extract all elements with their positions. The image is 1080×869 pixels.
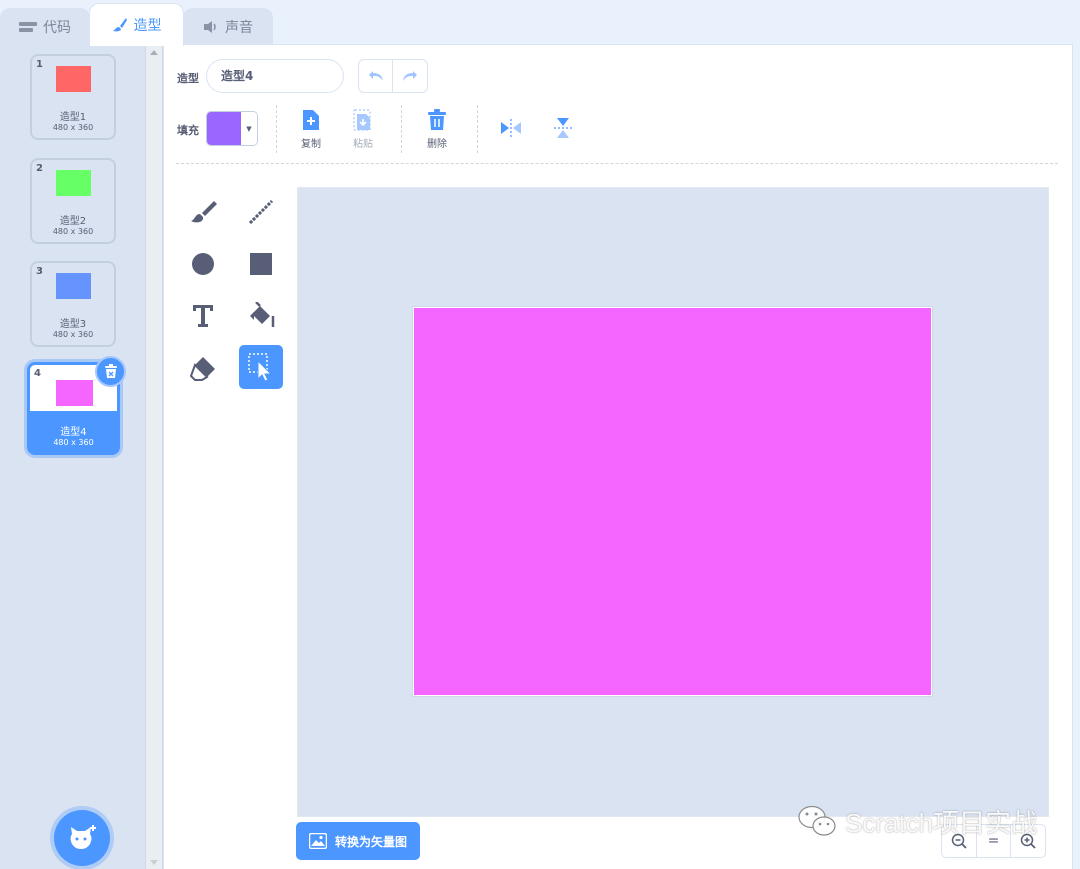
fill-color-picker[interactable]: ▼ bbox=[206, 111, 258, 146]
costume-number: 3 bbox=[36, 266, 43, 277]
rectangle-icon bbox=[250, 253, 272, 275]
costume-size: 480 x 360 bbox=[52, 330, 94, 339]
watermark-text: Scratch项目实战 bbox=[845, 807, 1038, 838]
costume-name-input[interactable]: 造型4 bbox=[206, 59, 344, 93]
fill-tool[interactable] bbox=[239, 294, 283, 338]
costume-name: 造型4 bbox=[60, 427, 87, 438]
costume-number: 2 bbox=[36, 163, 43, 174]
costume-name: 造型3 bbox=[59, 319, 87, 330]
scroll-up-icon[interactable] bbox=[150, 50, 158, 55]
trash-icon bbox=[428, 109, 446, 130]
scroll-down-icon[interactable] bbox=[150, 860, 158, 865]
copy-label: 复制 bbox=[301, 139, 321, 150]
costume-thumbnail bbox=[56, 170, 91, 196]
undo-icon bbox=[368, 71, 383, 81]
undo-button[interactable] bbox=[359, 60, 393, 92]
rectangle-tool[interactable] bbox=[239, 242, 283, 286]
speaker-icon bbox=[204, 21, 216, 33]
flip-vertical-button[interactable] bbox=[543, 116, 583, 140]
toolbar-divider bbox=[477, 105, 478, 153]
tab-costumes[interactable]: 造型 bbox=[89, 3, 184, 46]
flip-horizontal-button[interactable] bbox=[491, 118, 531, 138]
text-tool[interactable] bbox=[181, 294, 225, 338]
brush-icon bbox=[191, 201, 217, 223]
line-tool[interactable] bbox=[239, 190, 283, 234]
costume-thumbnail bbox=[56, 66, 91, 92]
undo-redo-group bbox=[358, 59, 428, 93]
costume-size: 480 x 360 bbox=[53, 438, 94, 447]
tab-bar: 代码 造型 声音 bbox=[0, 0, 1080, 46]
circle-icon bbox=[192, 253, 214, 275]
dropdown-arrow-icon: ▼ bbox=[241, 112, 257, 145]
costume-tile-3[interactable]: 3 造型3 480 x 360 bbox=[30, 261, 116, 347]
copy-button[interactable]: 复制 bbox=[291, 109, 331, 150]
watermark: Scratch项目实战 bbox=[797, 801, 1037, 841]
costume-number: 1 bbox=[36, 59, 43, 70]
costume-tile-2[interactable]: 2 造型2 480 x 360 bbox=[30, 158, 116, 244]
costume-list-scrollbar[interactable] bbox=[146, 44, 163, 869]
toolbar-divider bbox=[401, 105, 402, 153]
image-icon bbox=[308, 833, 327, 849]
add-costume-button[interactable] bbox=[54, 810, 110, 866]
costume-thumbnail bbox=[56, 380, 93, 406]
redo-button[interactable] bbox=[393, 60, 427, 92]
paintbrush-icon bbox=[112, 18, 127, 32]
costume-number: 4 bbox=[34, 368, 41, 379]
copy-icon bbox=[303, 110, 319, 130]
toolbar-divider bbox=[276, 105, 277, 153]
costume-name: 造型1 bbox=[59, 112, 87, 123]
tab-sounds-label: 声音 bbox=[225, 20, 253, 36]
flip-vertical-icon bbox=[554, 118, 572, 138]
eraser-tool[interactable] bbox=[181, 346, 225, 390]
circle-tool[interactable] bbox=[181, 242, 225, 286]
toolbar-divider bbox=[176, 163, 1058, 164]
fill-label: 填充 bbox=[177, 124, 199, 137]
costume-size: 480 x 360 bbox=[52, 227, 94, 236]
eraser-icon bbox=[189, 357, 215, 381]
costume-name-label: 造型 bbox=[177, 72, 199, 85]
convert-to-vector-button[interactable]: 转换为矢量图 bbox=[296, 822, 420, 860]
redo-icon bbox=[403, 71, 417, 81]
tab-code[interactable]: 代码 bbox=[0, 8, 90, 45]
cat-add-icon bbox=[70, 825, 96, 849]
delete-label: 删除 bbox=[427, 139, 447, 150]
paste-label: 粘贴 bbox=[353, 139, 373, 150]
wechat-icon bbox=[798, 805, 836, 836]
bitmap-costume-image[interactable] bbox=[413, 307, 932, 696]
costume-thumbnail bbox=[56, 273, 91, 299]
code-icon bbox=[19, 22, 37, 32]
select-icon bbox=[248, 353, 273, 381]
flip-horizontal-icon bbox=[501, 119, 521, 137]
delete-button[interactable]: 删除 bbox=[417, 109, 457, 150]
trash-icon bbox=[104, 364, 117, 378]
text-icon bbox=[193, 305, 213, 327]
costume-size: 480 x 360 bbox=[52, 123, 94, 132]
convert-to-vector-label: 转换为矢量图 bbox=[334, 834, 407, 849]
brush-tool[interactable] bbox=[181, 190, 225, 234]
costume-tile-1[interactable]: 1 造型1 480 x 360 bbox=[30, 54, 116, 140]
fill-bucket-icon bbox=[250, 302, 275, 327]
costume-name: 造型2 bbox=[59, 216, 87, 227]
select-tool[interactable] bbox=[239, 345, 283, 389]
tab-code-label: 代码 bbox=[43, 20, 71, 36]
paste-button[interactable]: 粘贴 bbox=[343, 109, 383, 150]
tab-costumes-label: 造型 bbox=[133, 18, 162, 34]
tab-sounds[interactable]: 声音 bbox=[183, 8, 273, 45]
fill-color-swatch bbox=[207, 112, 241, 145]
line-icon bbox=[248, 199, 274, 225]
delete-costume-button[interactable] bbox=[95, 356, 126, 387]
paste-icon bbox=[353, 109, 371, 131]
